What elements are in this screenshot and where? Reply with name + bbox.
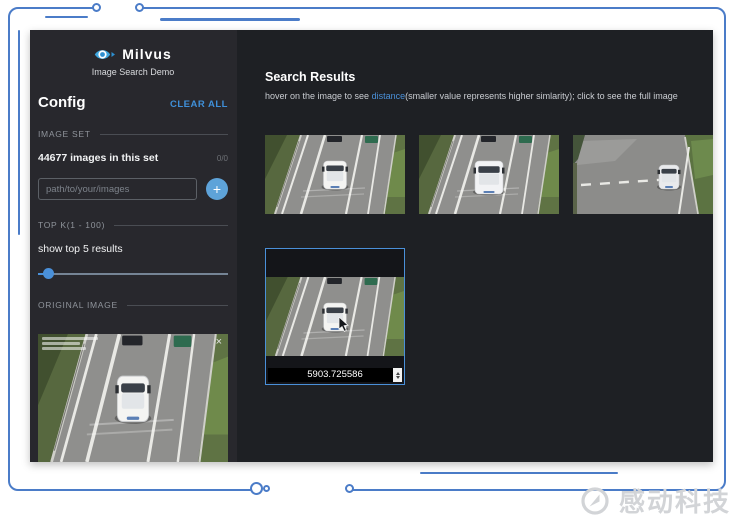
clear-all-button[interactable]: CLEAR ALL xyxy=(170,99,228,110)
frame-accent-line xyxy=(160,18,300,21)
image-set-label: IMAGE SET xyxy=(38,129,91,139)
hint-text: hover on the image to see xyxy=(265,91,372,101)
frame-accent-line xyxy=(18,30,20,235)
distance-tooltip: 5903.725586 xyxy=(268,368,402,382)
upload-progress-counter: 0/0 xyxy=(217,154,228,163)
original-image-preview[interactable]: × xyxy=(38,334,228,462)
top-k-label: TOP K(1 - 100) xyxy=(38,220,105,230)
config-heading: Config xyxy=(38,94,85,111)
slider-handle[interactable] xyxy=(43,268,54,279)
top-k-value-text: show top 5 results xyxy=(38,243,228,255)
frame-node-circle xyxy=(263,485,270,492)
original-image-scene xyxy=(38,334,228,462)
overlay-timestamp-marks xyxy=(42,347,86,350)
frame-node-circle xyxy=(250,482,263,495)
hint-text: (smaller value represents higher simlari… xyxy=(405,91,678,101)
company-watermark: 感动科技 xyxy=(580,482,731,519)
result-thumbnail-selected[interactable]: 5903.725586 xyxy=(265,248,405,385)
image-count-text: 44677 images in this set xyxy=(38,152,158,164)
top-k-slider[interactable] xyxy=(38,268,228,280)
overlay-timestamp-marks xyxy=(42,337,98,340)
arrow-up-icon[interactable] xyxy=(396,372,400,375)
search-results-title: Search Results xyxy=(265,70,713,84)
frame-gap-bottom xyxy=(258,481,350,495)
brand-name: Milvus xyxy=(122,46,172,62)
frame-node-circle xyxy=(92,3,101,12)
result-thumbnail[interactable] xyxy=(419,135,559,214)
result-thumbnail[interactable] xyxy=(573,135,713,214)
search-results-panel: Search Results hover on the image to see… xyxy=(237,30,713,462)
image-path-input[interactable] xyxy=(38,178,197,200)
overlay-timestamp-marks xyxy=(42,342,80,345)
config-sidebar: Milvus Image Search Demo Config CLEAR AL… xyxy=(30,30,237,462)
mouse-cursor-icon xyxy=(338,317,350,338)
frame-accent-line xyxy=(420,472,618,474)
frame-node-circle xyxy=(345,484,354,493)
plus-icon: + xyxy=(213,181,221,197)
milvus-logo: Milvus xyxy=(38,46,228,62)
results-row-2: 5903.725586 xyxy=(265,248,713,385)
frame-node-circle xyxy=(135,3,144,12)
slider-track[interactable] xyxy=(38,273,228,275)
arrow-down-icon[interactable] xyxy=(396,376,400,379)
close-icon[interactable]: × xyxy=(216,337,222,348)
image-set-section-header: IMAGE SET xyxy=(38,129,228,139)
spinner-stepper[interactable] xyxy=(393,368,402,382)
milvus-eye-icon xyxy=(94,47,116,62)
top-k-section-header: TOP K(1 - 100) xyxy=(38,220,228,230)
watermark-logo-icon xyxy=(580,486,610,516)
original-image-label: ORIGINAL IMAGE xyxy=(38,300,118,310)
original-image-section-header: ORIGINAL IMAGE xyxy=(38,300,228,310)
watermark-text: 感动科技 xyxy=(619,482,731,519)
results-row-1 xyxy=(265,135,713,214)
frame-accent-line xyxy=(45,16,88,18)
add-images-button[interactable]: + xyxy=(206,178,228,200)
app-window: Milvus Image Search Demo Config CLEAR AL… xyxy=(30,30,713,462)
distance-link[interactable]: distance xyxy=(372,91,406,101)
result-image xyxy=(266,277,404,356)
app-subtitle: Image Search Demo xyxy=(38,67,228,77)
result-thumbnail[interactable] xyxy=(265,135,405,214)
search-results-hint: hover on the image to see distance(small… xyxy=(265,91,713,101)
